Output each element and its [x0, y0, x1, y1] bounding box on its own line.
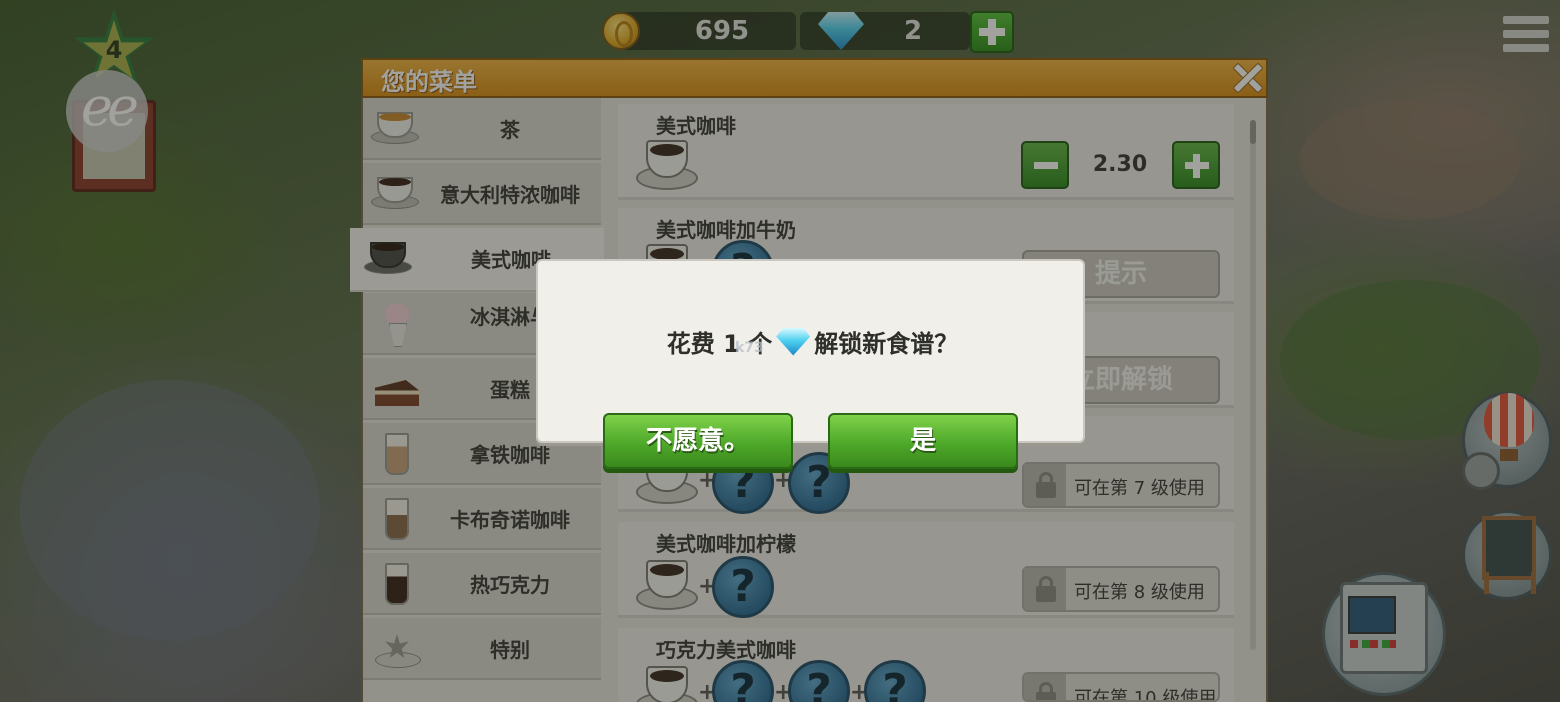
gem-icon	[776, 328, 810, 356]
unlock-question-suffix: 解锁新食谱？	[814, 330, 959, 358]
site-watermark: k73	[735, 340, 764, 356]
confirm-button[interactable]: 是	[828, 413, 1018, 469]
decline-button[interactable]: 不愿意。	[603, 413, 793, 469]
unlock-question: 花费 1 个解锁新食谱？	[538, 324, 1087, 359]
